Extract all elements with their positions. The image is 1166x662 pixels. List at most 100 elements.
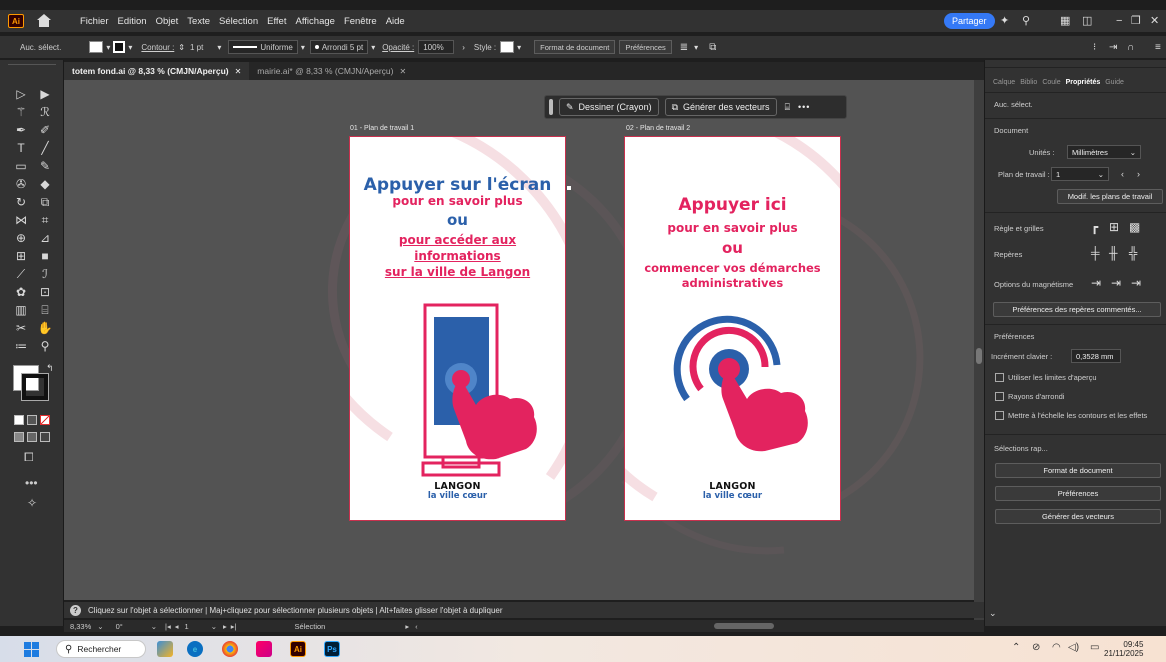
selection-tool-icon[interactable]: ▷ <box>12 86 30 101</box>
previous-artboard-icon[interactable]: ‹ <box>1121 167 1124 181</box>
gradient-tool-icon[interactable]: ■ <box>36 248 54 263</box>
color-mode-icon[interactable] <box>14 415 24 425</box>
scale-strokes-checkbox[interactable]: Mettre à l'échelle les contours et les e… <box>995 411 1147 420</box>
mesh-tool-icon[interactable]: ⊞ <box>12 248 30 263</box>
selection-handle[interactable] <box>567 186 571 190</box>
last-artboard-icon[interactable]: ▸| <box>231 622 237 631</box>
swap-colors-icon[interactable]: ↰ <box>46 363 54 374</box>
home-icon[interactable] <box>36 13 52 29</box>
preferences-button[interactable]: Préférences <box>619 40 672 54</box>
help-icon[interactable]: ? <box>70 604 81 616</box>
shape-builder-tool-icon[interactable]: ⊕ <box>12 230 30 245</box>
sparkle-tool-icon[interactable]: ✧ <box>27 496 37 510</box>
panel-layout-icon[interactable]: ◫ <box>1082 14 1092 28</box>
maximize-icon[interactable]: ❐ <box>1131 14 1141 28</box>
align-icon[interactable]: ≣ <box>680 42 688 53</box>
perspective-grid-tool-icon[interactable]: ⊿ <box>36 230 54 245</box>
paintbrush-tool-icon[interactable]: ✎ <box>36 158 54 173</box>
draw-inside-icon[interactable] <box>40 432 50 442</box>
symbol-sprayer-tool-icon[interactable]: ✿ <box>12 284 30 299</box>
menu-objet[interactable]: Objet <box>156 16 179 27</box>
volume-icon[interactable]: ◁) <box>1068 642 1079 653</box>
more-options-icon[interactable]: ••• <box>798 102 810 112</box>
scissors-tool-icon[interactable]: ✂ <box>12 320 30 335</box>
line-tool-icon[interactable]: ╱ <box>36 140 54 155</box>
chevron-down-icon[interactable]: ▾ <box>217 43 221 52</box>
tab-layers[interactable]: Calque <box>993 79 1015 86</box>
tab-color[interactable]: Coule <box>1042 79 1060 86</box>
close-icon[interactable]: ✕ <box>1150 14 1159 28</box>
guides-icon[interactable]: ╪ <box>1091 246 1100 260</box>
units-select[interactable]: Millimètres ⌄ <box>1067 145 1141 159</box>
menu-affichage[interactable]: Affichage <box>295 16 334 27</box>
draw-normal-icon[interactable] <box>14 432 24 442</box>
show-hidden-icons-icon[interactable]: ⌃ <box>1012 642 1020 653</box>
pen-tool-icon[interactable]: ✒ <box>12 122 30 137</box>
document-format-button[interactable]: Format de document <box>534 40 616 54</box>
smart-guides-preferences-button[interactable]: Préférences des repères commentés... <box>993 302 1161 317</box>
snap-to-point-icon[interactable]: ⇥ <box>1091 276 1101 290</box>
drag-handle[interactable] <box>549 99 553 115</box>
close-icon[interactable]: ✕ <box>399 67 406 76</box>
chevron-down-icon[interactable]: ▾ <box>517 43 521 52</box>
chevron-down-icon[interactable]: ⌄ <box>211 622 217 631</box>
scrollbar-thumb[interactable] <box>976 348 982 364</box>
photos-app-icon[interactable] <box>256 641 272 657</box>
artboard-label[interactable]: 01 - Plan de travail 1 <box>350 125 414 132</box>
windows-start-icon[interactable] <box>24 642 39 657</box>
menu-texte[interactable]: Texte <box>187 16 210 27</box>
menu-effet[interactable]: Effet <box>267 16 286 27</box>
menu-edition[interactable]: Edition <box>118 16 147 27</box>
tips-icon[interactable]: ✦ <box>1000 14 1009 28</box>
blend-tool-icon[interactable]: ℐ <box>36 266 54 281</box>
graph-tool-icon[interactable]: ▥ <box>12 302 30 317</box>
edge-browser-icon[interactable]: e <box>187 641 203 657</box>
status-menu-icon[interactable]: ▸ <box>405 622 409 631</box>
artboard-2[interactable]: Appuyer ici pour en savoir plus ou comme… <box>624 136 841 521</box>
stroke-color-box[interactable] <box>21 373 49 401</box>
taskbar-search[interactable]: ⚲ Rechercher <box>56 640 146 658</box>
ruler-icon[interactable]: ┏ <box>1091 220 1098 234</box>
style-swatch[interactable] <box>500 41 515 53</box>
chevron-down-icon[interactable]: ▾ <box>128 43 132 52</box>
quick-preferences-button[interactable]: Préférences <box>995 486 1161 501</box>
slice-tool-icon[interactable]: ⌸ <box>36 302 54 317</box>
draw-pencil-button[interactable]: ✎ Dessiner (Crayon) <box>559 98 659 116</box>
print-tiling-tool-icon[interactable]: ≔ <box>12 338 30 353</box>
rectangle-tool-icon[interactable]: ▭ <box>12 158 30 173</box>
rotate-tool-icon[interactable]: ↻ <box>12 194 30 209</box>
chevron-left-icon[interactable]: ‹ <box>415 622 418 631</box>
contour-weight[interactable]: 1 pt <box>190 43 203 52</box>
magic-wand-tool-icon[interactable]: ⚚ <box>12 104 30 119</box>
chrome-browser-icon[interactable] <box>222 641 238 657</box>
search-icon[interactable]: ⚲ <box>1022 14 1030 28</box>
rotation-value[interactable]: 0° <box>116 622 123 631</box>
opacity-label[interactable]: Opacité : <box>382 43 414 52</box>
quick-generate-vectors-button[interactable]: Générer des vecteurs <box>995 509 1161 524</box>
chevron-down-icon[interactable]: ▾ <box>301 43 305 52</box>
hand-tool-icon[interactable]: ✋ <box>36 320 54 335</box>
shape-builder-icon[interactable]: ∩ <box>1127 42 1134 53</box>
minimize-icon[interactable]: − <box>1116 14 1122 28</box>
next-artboard-icon[interactable]: › <box>1137 167 1140 181</box>
export-icon[interactable]: ⧉ <box>709 42 716 53</box>
artboard-label[interactable]: 02 - Plan de travail 2 <box>626 125 690 132</box>
stroke-swatch[interactable] <box>113 41 126 53</box>
workspace-icon[interactable]: ▦ <box>1060 14 1070 28</box>
menu-fichier[interactable]: Fichier <box>80 16 109 27</box>
menu-fenetre[interactable]: Fenêtre <box>344 16 377 27</box>
chevron-down-icon[interactable]: ⌄ <box>97 622 103 631</box>
fill-swatch[interactable] <box>89 41 104 53</box>
vertical-scrollbar[interactable] <box>974 80 984 620</box>
previous-artboard-icon[interactable]: ◂ <box>175 622 179 631</box>
share-button[interactable]: Partager <box>944 13 995 29</box>
artboard-number[interactable]: 1 <box>185 622 189 631</box>
photoshop-app-icon[interactable]: Ps <box>324 641 340 657</box>
keyboard-increment-field[interactable]: 0,3528 mm <box>1071 349 1121 363</box>
arrange-icon[interactable]: ⁝ <box>1093 42 1096 53</box>
anchor-align-icon[interactable]: ⇥ <box>1109 42 1117 53</box>
next-artboard-icon[interactable]: ▸ <box>223 622 227 631</box>
chevron-down-icon[interactable]: ▾ <box>371 43 375 52</box>
eraser-tool-icon[interactable]: ◆ <box>36 176 54 191</box>
tab-guide[interactable]: Guide <box>1105 79 1124 86</box>
